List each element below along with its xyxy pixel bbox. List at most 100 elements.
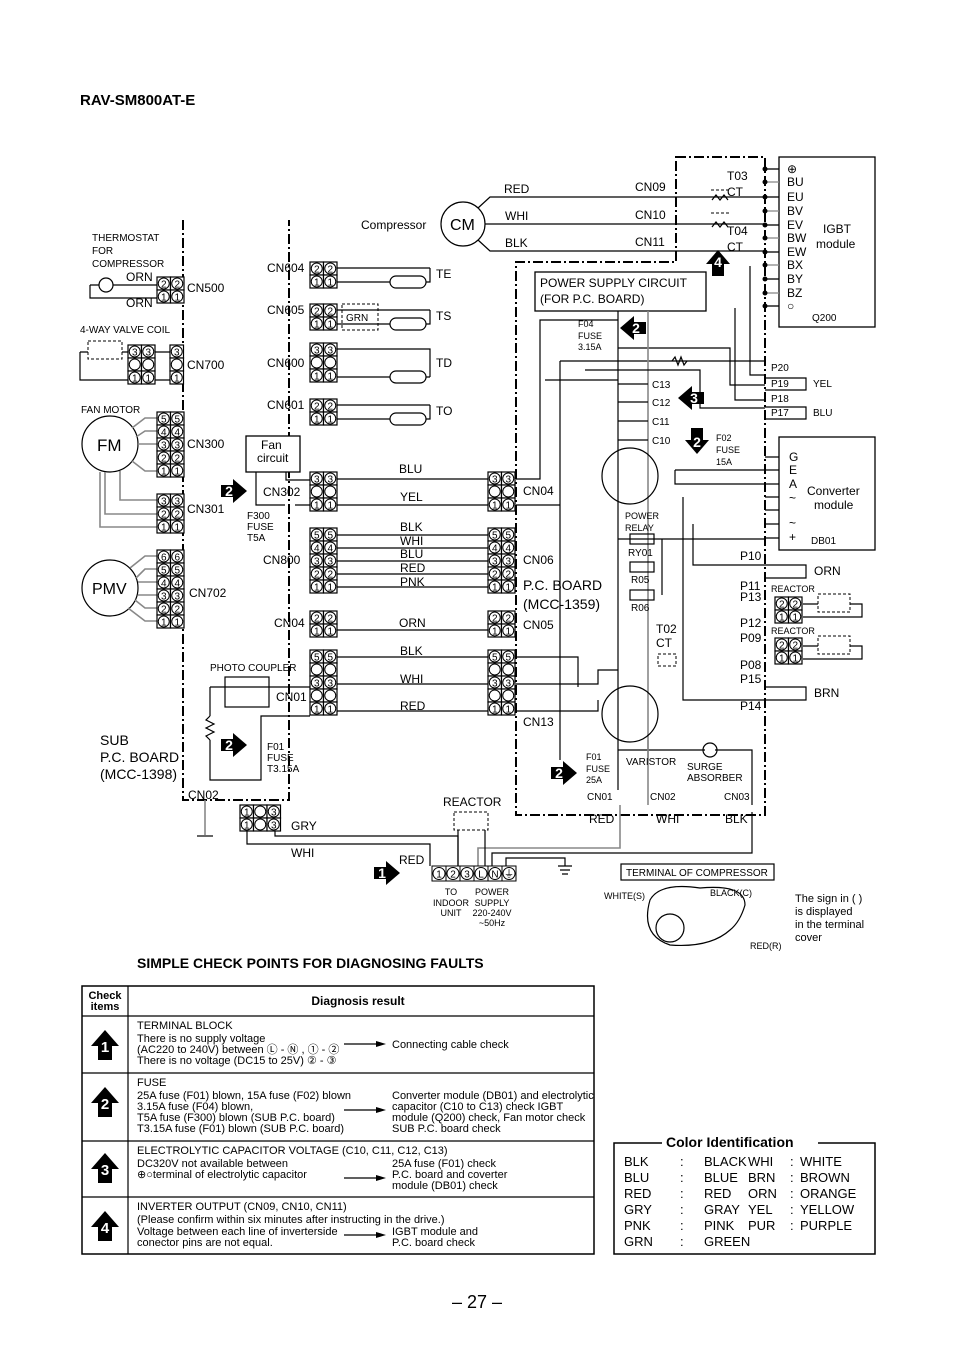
pin-number: 4	[505, 544, 511, 555]
color-code: YELLOW	[800, 1202, 855, 1217]
svg-text:PNK: PNK	[400, 575, 425, 589]
color-code: GRN	[624, 1234, 653, 1249]
pin-number: 1	[327, 501, 333, 512]
svg-text:RY01: RY01	[628, 548, 653, 559]
connector-cn800: 5 54 43 32 21 1	[309, 527, 338, 594]
pin-number: 1	[314, 415, 320, 426]
row-action: module (DB01) check	[392, 1180, 498, 1192]
color-code: :	[790, 1202, 794, 1217]
connector-cell	[487, 662, 503, 677]
connector-cn702: 6 65 54 43 32 21 1	[156, 549, 185, 629]
pin-number: 2	[174, 280, 180, 291]
svg-text:R05: R05	[631, 575, 650, 586]
row-heading: ELECTROLYTIC CAPACITOR VOLTAGE (C10, C11…	[137, 1145, 448, 1157]
pin-number: 3	[271, 821, 277, 832]
svg-text:ORN: ORN	[399, 616, 426, 630]
pin-number: 1	[145, 374, 151, 385]
arrow-head-icon	[376, 1107, 386, 1113]
color-code: BLK	[624, 1154, 649, 1169]
svg-text:BLACK(C): BLACK(C)	[710, 888, 752, 898]
pin-number: 3	[505, 557, 511, 568]
svg-text:IGBT: IGBT	[823, 222, 852, 236]
marker-number: 4	[714, 254, 722, 270]
svg-text:ORN: ORN	[126, 296, 153, 310]
check-marker: 4	[91, 1211, 119, 1241]
electrolytic-capacitors: C13 C12 C11 C10	[618, 380, 671, 447]
svg-text:GRY: GRY	[291, 819, 317, 833]
svg-text:F02: F02	[716, 433, 732, 443]
page-title: RAV-SM800AT-E	[80, 92, 195, 109]
pin-number: 1	[779, 654, 785, 665]
svg-text:C12: C12	[652, 398, 671, 409]
marker-number: 2	[225, 483, 233, 499]
pin-number: 1	[492, 627, 498, 638]
pin-number: 2	[505, 570, 511, 581]
svg-text:RED: RED	[399, 853, 425, 867]
compressor-terminal-figure: TERMINAL OF COMPRESSOR WHITE(S) BLACK(C)…	[604, 863, 864, 951]
main-input-protection: F01 FUSE 25A VARISTOR SURGE ABSORBER CN0…	[586, 740, 753, 826]
igbt-pin-label: ⊕	[787, 162, 797, 176]
table-row: 4 INVERTER OUTPUT (CN09, CN10, CN11)(Plea…	[91, 1201, 478, 1249]
svg-text:P13: P13	[740, 590, 762, 604]
pin-number: 1	[492, 501, 498, 512]
pin-number: 5	[505, 653, 511, 664]
pin-number: 2	[779, 641, 785, 652]
table-row: 1TERMINAL BLOCKThere is no supply voltag…	[91, 1020, 509, 1067]
pin-number: 2	[492, 570, 498, 581]
svg-text:FUSE: FUSE	[247, 522, 274, 533]
svg-text:TO: TO	[445, 887, 457, 897]
svg-text:T5A: T5A	[247, 533, 266, 544]
svg-text:VARISTOR: VARISTOR	[626, 757, 676, 768]
svg-text:Color Identification: Color Identification	[666, 1134, 794, 1150]
arrow-head-icon	[376, 1041, 386, 1047]
pin-number: 4	[492, 544, 498, 555]
pin-number: 2	[327, 307, 333, 318]
sub-pcb-label-2: P.C. BOARD	[100, 749, 179, 765]
svg-text:4-WAY VALVE COIL: 4-WAY VALVE COIL	[80, 325, 170, 336]
svg-text:WHI: WHI	[400, 672, 423, 686]
svg-text:CN02: CN02	[188, 788, 219, 802]
row-condition: ⊕○terminal of electrolytic capacitor	[137, 1169, 307, 1181]
pin-number: 2	[492, 614, 498, 625]
svg-text:PHOTO COUPLER: PHOTO COUPLER	[210, 663, 297, 674]
converter-pin-label: E	[789, 463, 797, 477]
pin-number: 2	[327, 570, 333, 581]
svg-text:25A: 25A	[586, 775, 602, 785]
svg-text:CN04: CN04	[523, 484, 554, 498]
svg-text:WHI: WHI	[400, 534, 423, 548]
color-code: :	[790, 1218, 794, 1233]
diagnosis-table: Check items Diagnosis result 1TERMINAL B…	[81, 985, 595, 1255]
svg-text:BLK: BLK	[505, 236, 528, 250]
pin-number: 1	[327, 278, 333, 289]
svg-text:P08: P08	[740, 658, 762, 672]
pmv-motor: PMV CN702	[81, 555, 227, 622]
color-code: BLUE	[704, 1170, 738, 1185]
pin-number: 4	[327, 544, 333, 555]
svg-text:COMPRESSOR: COMPRESSOR	[92, 259, 164, 270]
svg-text:RED: RED	[589, 812, 615, 826]
svg-text:in the terminal: in the terminal	[795, 919, 864, 931]
connector-cell	[309, 688, 325, 703]
svg-text:PMV: PMV	[92, 581, 127, 598]
pin-number: 5	[161, 415, 167, 426]
svg-text:FOR: FOR	[92, 246, 113, 257]
color-code: GREEN	[704, 1234, 750, 1249]
pin-number: 6	[161, 553, 167, 564]
pin-number: 5	[314, 653, 320, 664]
junction-dot	[762, 179, 768, 185]
svg-text:RED: RED	[400, 699, 426, 713]
pin-number: 1	[244, 821, 250, 832]
wiring-diagram: RAV-SM800AT-E Compressor CM RED WHI BLK …	[79, 92, 876, 1312]
igbt-pin-label: BW	[787, 231, 807, 245]
pin-number: 4	[174, 428, 180, 439]
marker-number: 2	[101, 1096, 109, 1113]
svg-text:CN301: CN301	[187, 502, 225, 516]
svg-text:P17: P17	[771, 408, 789, 419]
color-code: BLU	[624, 1170, 649, 1185]
svg-text:CN302: CN302	[263, 485, 301, 499]
svg-text:WHI: WHI	[656, 812, 679, 826]
svg-text:CN04: CN04	[274, 616, 305, 630]
color-code: PUR	[748, 1218, 775, 1233]
pin-number: 3	[492, 679, 498, 690]
svg-text:RED: RED	[504, 182, 530, 196]
